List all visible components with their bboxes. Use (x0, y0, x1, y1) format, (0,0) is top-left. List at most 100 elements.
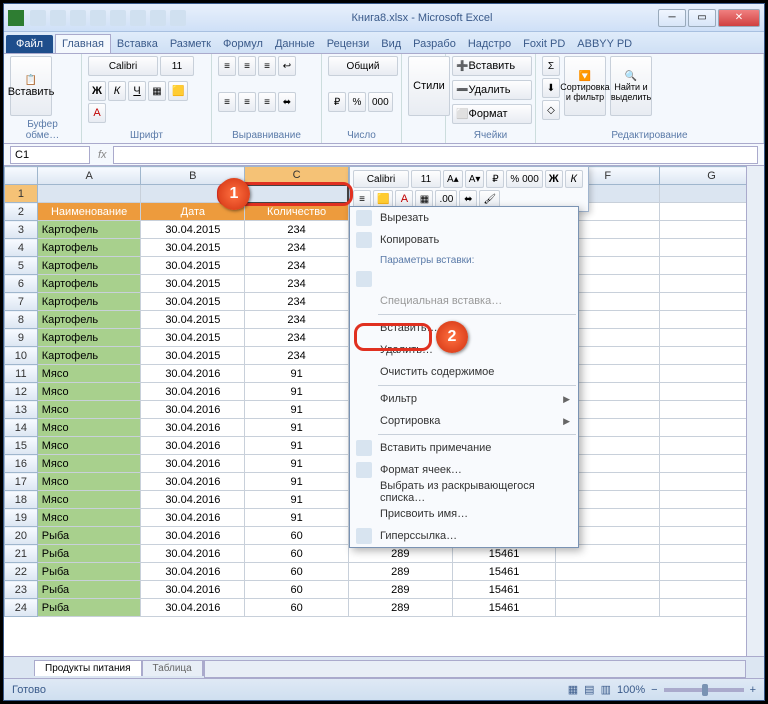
cell[interactable]: 30.04.2016 (141, 509, 245, 527)
cell[interactable]: 234 (245, 257, 349, 275)
row-header[interactable]: 18 (5, 491, 38, 509)
tab-formulas[interactable]: Формул (217, 35, 269, 53)
zoom-level[interactable]: 100% (617, 684, 645, 696)
cell[interactable]: 30.04.2016 (141, 545, 245, 563)
cell[interactable] (556, 581, 660, 599)
tab-insert[interactable]: Вставка (111, 35, 164, 53)
cell[interactable]: Рыба (37, 581, 141, 599)
cell[interactable]: Мясо (37, 473, 141, 491)
row-header[interactable]: 20 (5, 527, 38, 545)
sort-filter-button[interactable]: 🔽Сортировка и фильтр (564, 56, 606, 116)
cell[interactable]: 91 (245, 509, 349, 527)
cell[interactable]: 30.04.2016 (141, 419, 245, 437)
cell[interactable]: 60 (245, 527, 349, 545)
row-header[interactable]: 23 (5, 581, 38, 599)
mini-size-select[interactable]: 11 (411, 170, 441, 188)
row-header[interactable]: 4 (5, 239, 38, 257)
ctx-define-name[interactable]: Присвоить имя… (350, 503, 578, 525)
ctx-paste-option[interactable] (350, 268, 578, 290)
cell[interactable]: Картофель (37, 239, 141, 257)
row-header[interactable]: 22 (5, 563, 38, 581)
row-header[interactable]: 21 (5, 545, 38, 563)
cell[interactable]: 30.04.2016 (141, 365, 245, 383)
cell[interactable]: 234 (245, 293, 349, 311)
cell[interactable]: 30.04.2015 (141, 347, 245, 365)
col-header-a[interactable]: A (37, 167, 141, 185)
find-select-button[interactable]: 🔍Найти и выделить (610, 56, 652, 116)
tab-foxit[interactable]: Foxit PD (517, 35, 571, 53)
cell[interactable]: 15461 (452, 599, 556, 617)
cell[interactable]: 60 (245, 599, 349, 617)
row-header[interactable]: 13 (5, 401, 38, 419)
name-box[interactable] (10, 146, 90, 164)
cell[interactable]: 234 (245, 275, 349, 293)
mini-bold[interactable]: Ж (545, 170, 563, 188)
ctx-copy[interactable]: Копировать (350, 229, 578, 251)
sheet-tab[interactable]: Таблица (142, 660, 203, 676)
font-color-button[interactable]: А (88, 103, 106, 123)
qat-btn[interactable] (170, 10, 186, 26)
cell[interactable]: Мясо (37, 365, 141, 383)
cell[interactable]: 60 (245, 545, 349, 563)
cell[interactable]: 30.04.2016 (141, 491, 245, 509)
cell[interactable]: Картофель (37, 221, 141, 239)
zoom-in-button[interactable]: + (750, 684, 756, 696)
cell[interactable] (556, 599, 660, 617)
formula-bar[interactable] (113, 146, 758, 164)
cell[interactable]: Картофель (37, 347, 141, 365)
qat-btn[interactable] (130, 10, 146, 26)
cell[interactable]: 30.04.2015 (141, 329, 245, 347)
maximize-button[interactable]: ▭ (688, 9, 716, 27)
ctx-format-cells[interactable]: Формат ячеек… (350, 459, 578, 481)
row-header[interactable]: 10 (5, 347, 38, 365)
row-header[interactable]: 6 (5, 275, 38, 293)
view-pagebreak-icon[interactable]: ▥ (601, 683, 611, 696)
ctx-clear[interactable]: Очистить содержимое (350, 361, 578, 383)
cell[interactable]: Рыба (37, 527, 141, 545)
mini-shrink-font[interactable]: A▾ (465, 170, 485, 188)
cell[interactable]: 91 (245, 383, 349, 401)
mini-grow-font[interactable]: A▴ (443, 170, 463, 188)
align-center-button[interactable]: ≡ (238, 92, 256, 112)
cell[interactable]: 234 (245, 347, 349, 365)
autosum-button[interactable]: Σ (542, 56, 560, 76)
minimize-button[interactable]: ─ (658, 9, 686, 27)
cell[interactable]: 234 (245, 221, 349, 239)
quick-access-toolbar[interactable] (30, 10, 186, 26)
cell[interactable]: Мясо (37, 419, 141, 437)
tab-layout[interactable]: Разметк (164, 35, 217, 53)
clear-button[interactable]: ◇ (542, 100, 560, 120)
row-header[interactable]: 1 (5, 185, 38, 203)
fx-label[interactable]: fx (98, 149, 107, 161)
row-header[interactable]: 2 (5, 203, 38, 221)
merge-button[interactable]: ⬌ (278, 92, 296, 112)
delete-cells-button[interactable]: ➖ Удалить (452, 80, 532, 100)
fill-color-button[interactable]: 🟨 (168, 81, 188, 101)
align-left-button[interactable]: ≡ (218, 92, 236, 112)
ctx-filter[interactable]: Фильтр▶ (350, 388, 578, 410)
row-header[interactable]: 17 (5, 473, 38, 491)
cell[interactable]: 30.04.2015 (141, 275, 245, 293)
cell[interactable]: Мясо (37, 491, 141, 509)
row-header[interactable]: 7 (5, 293, 38, 311)
fill-button[interactable]: ⬇ (542, 78, 560, 98)
tab-view[interactable]: Вид (375, 35, 407, 53)
cell[interactable]: 234 (245, 329, 349, 347)
qat-btn[interactable] (90, 10, 106, 26)
cell[interactable]: 30.04.2016 (141, 563, 245, 581)
row-header[interactable]: 14 (5, 419, 38, 437)
cell[interactable]: 30.04.2016 (141, 581, 245, 599)
currency-button[interactable]: ₽ (328, 92, 346, 112)
ctx-paste-special[interactable]: Специальная вставка… (350, 290, 578, 312)
ctx-sort[interactable]: Сортировка▶ (350, 410, 578, 432)
cell[interactable]: 91 (245, 455, 349, 473)
font-size-select[interactable]: 11 (160, 56, 194, 76)
row-header[interactable]: 9 (5, 329, 38, 347)
cell[interactable]: Мясо (37, 509, 141, 527)
comma-button[interactable]: 000 (368, 92, 393, 112)
qat-undo-icon[interactable] (50, 10, 66, 26)
row-header[interactable]: 3 (5, 221, 38, 239)
cell[interactable]: 30.04.2016 (141, 383, 245, 401)
italic-button[interactable]: К (108, 81, 126, 101)
view-layout-icon[interactable]: ▤ (584, 683, 594, 696)
